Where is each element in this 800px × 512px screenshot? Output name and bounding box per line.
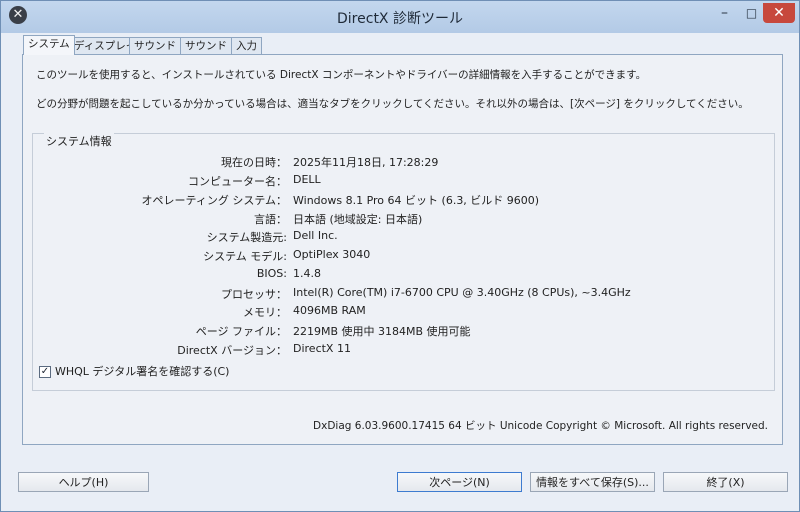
info-row-model: システム モデル: OptiPlex 3040 [33, 248, 774, 264]
save-all-info-button[interactable]: 情報をすべて保存(S)... [530, 472, 655, 492]
whql-label: WHQL デジタル署名を確認する(C) [55, 365, 230, 378]
system-info-title: システム情報 [44, 133, 114, 149]
system-info-group: システム情報 現在の日時： 2025年11月18日, 17:28:29 コンピュ… [32, 133, 775, 391]
title-bar[interactable]: ✕ DirectX 診断ツール – □ ✕ [1, 1, 799, 33]
exit-button[interactable]: 終了(X) [663, 472, 788, 492]
info-label: オペレーティング システム： [141, 194, 287, 207]
window-title: DirectX 診断ツール [337, 11, 463, 27]
next-page-button[interactable]: 次ページ(N) [397, 472, 522, 492]
info-row-os: オペレーティング システム： Windows 8.1 Pro 64 ビット (6… [33, 192, 774, 208]
dxdiag-window: ✕ DirectX 診断ツール – □ ✕ システム ディスプレイ サウンド 1… [0, 0, 800, 512]
intro-text-1: このツールを使用すると、インストールされている DirectX コンポーネントや… [36, 69, 647, 81]
info-label: メモリ： [243, 306, 287, 319]
info-label: 言語： [254, 213, 287, 226]
info-label: プロセッサ： [221, 288, 287, 301]
version-copyright-text: DxDiag 6.03.9600.17415 64 ビット Unicode Co… [313, 420, 768, 432]
info-row-processor: プロセッサ： Intel(R) Core(TM) i7-6700 CPU @ 3… [33, 286, 774, 302]
info-row-language: 言語： 日本語 (地域設定: 日本語) [33, 211, 774, 227]
help-button[interactable]: ヘルプ(H) [18, 472, 149, 492]
info-label: コンピューター名： [188, 175, 287, 188]
tab-system[interactable]: システム [23, 35, 75, 55]
info-value: 2025年11月18日, 17:28:29 [293, 156, 439, 169]
info-value: 1.4.8 [293, 267, 321, 280]
info-row-computer-name: コンピューター名： DELL [33, 173, 774, 189]
whql-check-row[interactable]: ✓ WHQL デジタル署名を確認する(C) [39, 363, 229, 379]
info-label: ページ ファイル： [195, 325, 287, 338]
info-value: 日本語 (地域設定: 日本語) [293, 213, 423, 226]
minimize-button[interactable]: – [711, 3, 738, 23]
close-button[interactable]: ✕ [763, 3, 795, 23]
maximize-button[interactable]: □ [738, 3, 765, 23]
info-row-page-file: ページ ファイル： 2219MB 使用中 3184MB 使用可能 [33, 323, 774, 339]
system-tab-panel: このツールを使用すると、インストールされている DirectX コンポーネントや… [22, 54, 783, 445]
info-value: Windows 8.1 Pro 64 ビット (6.3, ビルド 9600) [293, 194, 540, 207]
info-row-memory: メモリ： 4096MB RAM [33, 304, 774, 320]
intro-text-2: どの分野が問題を起こしているか分かっている場合は、適当なタブをクリックしてくださ… [36, 98, 749, 110]
info-value: DELL [293, 173, 321, 186]
info-label: システム モデル: [203, 250, 287, 263]
info-label: システム製造元: [206, 231, 287, 244]
info-label: BIOS: [256, 267, 287, 280]
tab-input[interactable]: 入力 [231, 37, 262, 54]
info-value: Intel(R) Core(TM) i7-6700 CPU @ 3.40GHz … [293, 286, 631, 299]
info-value: Dell Inc. [293, 229, 338, 242]
info-label: 現在の日時： [221, 156, 287, 169]
info-row-manufacturer: システム製造元: Dell Inc. [33, 229, 774, 245]
info-value: OptiPlex 3040 [293, 248, 371, 261]
whql-checkbox[interactable]: ✓ [39, 366, 51, 378]
info-value: 2219MB 使用中 3184MB 使用可能 [293, 325, 471, 338]
info-row-bios: BIOS: 1.4.8 [33, 267, 774, 283]
info-label: DirectX バージョン： [177, 344, 287, 357]
info-value: DirectX 11 [293, 342, 351, 355]
info-row-datetime: 現在の日時： 2025年11月18日, 17:28:29 [33, 154, 774, 170]
info-value: 4096MB RAM [293, 304, 366, 317]
info-row-directx-version: DirectX バージョン： DirectX 11 [33, 342, 774, 358]
